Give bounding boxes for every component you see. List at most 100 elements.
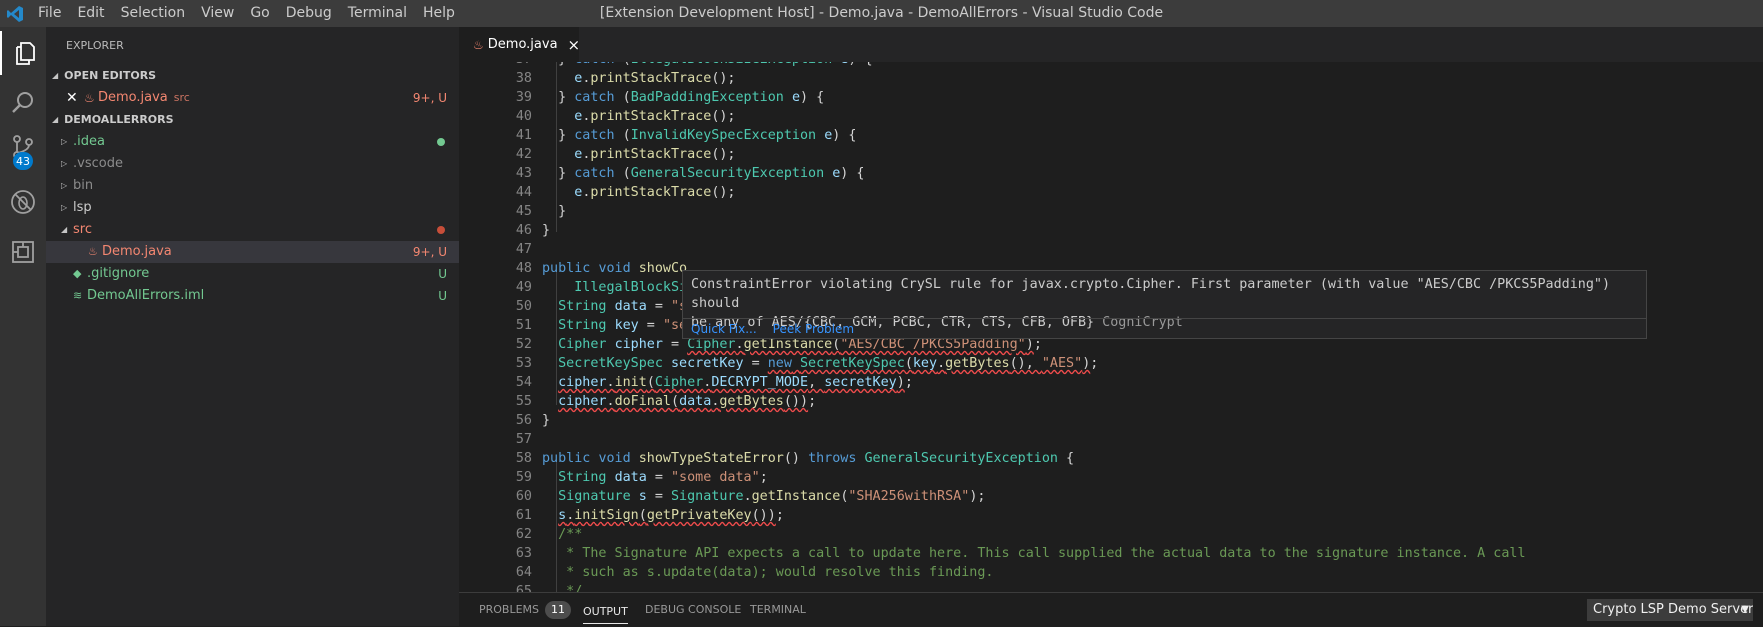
tree-item-label: lsp xyxy=(73,200,92,215)
menu-debug[interactable]: Debug xyxy=(278,0,340,27)
tree-item-status: U xyxy=(438,289,447,303)
tab-terminal[interactable]: TERMINAL xyxy=(750,593,806,627)
chevron-down-icon: ▼ xyxy=(1741,604,1749,615)
code-line: 62 /** xyxy=(515,527,583,542)
output-channel-select[interactable]: Crypto LSP Demo Server ▼ xyxy=(1587,599,1753,621)
bottom-panel: PROBLEMS 11 OUTPUT DEBUG CONSOLE TERMINAL… xyxy=(459,592,1763,627)
java-file-icon: ♨ xyxy=(473,37,484,52)
code-line: 64 * such as s.update(data); would resol… xyxy=(515,565,994,580)
open-editor-item[interactable]: ✕ ♨ Demo.java src 9+, U xyxy=(46,87,459,109)
workspace-label: DEMOALLERRORS xyxy=(64,113,174,126)
code-line: 41 } catch (InvalidKeySpecException e) { xyxy=(515,128,857,143)
output-channel-value: Crypto LSP Demo Server xyxy=(1593,602,1753,617)
vscode-logo-icon xyxy=(0,0,30,27)
open-editor-status: 9+, U xyxy=(412,91,447,105)
code-line: 38 e.printStackTrace(); xyxy=(515,71,736,86)
peek-problem-link[interactable]: Peek Problem xyxy=(773,322,854,336)
extensions-icon[interactable] xyxy=(0,230,46,274)
code-line: 59 String data = "some data"; xyxy=(515,470,768,485)
debug-icon[interactable] xyxy=(0,180,46,224)
tab-label: Demo.java xyxy=(487,37,558,52)
menu-view[interactable]: View xyxy=(193,0,242,27)
tree-item-label: DemoAllErrors.iml xyxy=(87,288,205,303)
open-editor-name: Demo.java xyxy=(98,90,168,105)
tree-item[interactable]: ▷ .vscode xyxy=(46,153,459,175)
code-line: 43 } catch (GeneralSecurityException e) … xyxy=(515,166,865,181)
code-line: 46} xyxy=(515,223,551,238)
tree-item-label: src xyxy=(73,222,92,237)
tree-item-label: Demo.java xyxy=(102,244,172,259)
chevron-right-icon: ▷ xyxy=(61,181,68,190)
title-bar: File Edit Selection View Go Debug Termin… xyxy=(0,0,1763,27)
menu-edit[interactable]: Edit xyxy=(69,0,112,27)
code-line: 45 } xyxy=(515,204,567,219)
tree-item-label: bin xyxy=(73,178,94,193)
status-dot-icon xyxy=(437,226,445,234)
code-line: 56} xyxy=(515,413,551,428)
source-control-badge: 43 xyxy=(13,152,33,170)
code-line: 40 e.printStackTrace(); xyxy=(515,109,736,124)
tree-item-status: 9+, U xyxy=(412,245,447,259)
open-editor-path: src xyxy=(173,91,190,104)
tree-item[interactable]: ♨ Demo.java 9+, U xyxy=(46,241,459,263)
open-editors-label: OPEN EDITORS xyxy=(64,69,157,82)
code-line: 60 Signature s = Signature.getInstance("… xyxy=(515,489,986,504)
close-icon[interactable]: ✕ xyxy=(66,87,82,109)
tree-item-status: U xyxy=(438,267,447,281)
tree-item-label: .gitignore xyxy=(87,266,150,281)
menu-terminal[interactable]: Terminal xyxy=(340,0,415,27)
code-line: 37 } catch (IllegalBlockSizeException e)… xyxy=(459,62,1763,69)
tree-item[interactable]: ▷ .idea xyxy=(46,131,459,153)
code-line: 44 e.printStackTrace(); xyxy=(515,185,736,200)
tree-item[interactable]: ≋ DemoAllErrors.iml U xyxy=(46,285,459,307)
tree-item[interactable]: ◆ .gitignore U xyxy=(46,263,459,285)
problem-hover-widget: ConstraintError violating CrySL rule for… xyxy=(682,270,1647,339)
tree-item-label: .idea xyxy=(73,134,105,149)
chevron-down-icon: ◢ xyxy=(52,71,59,80)
file-tree: ▷ .idea ▷ .vscode ▷ bin ▷ lsp ◢ src ♨ Demo.java 9+, … xyxy=(46,131,459,307)
status-dot-icon xyxy=(437,138,445,146)
tab-output[interactable]: OUTPUT xyxy=(583,597,628,624)
chevron-right-icon: ▷ xyxy=(61,137,68,146)
activity-bar: 43 xyxy=(0,27,46,626)
search-icon[interactable] xyxy=(0,81,46,125)
tab-demo-java[interactable]: ♨ Demo.java × xyxy=(459,27,581,62)
workspace-section[interactable]: ◢ DEMOALLERRORS xyxy=(46,109,459,131)
sidebar-title: EXPLORER xyxy=(66,39,124,52)
java-file-icon: ♨ xyxy=(88,245,98,258)
hover-message-line1: ConstraintError violating CrySL rule for… xyxy=(691,277,1611,311)
code-line: 42 e.printStackTrace(); xyxy=(515,147,736,162)
open-editors-section[interactable]: ◢ OPEN EDITORS xyxy=(46,65,459,87)
chevron-down-icon: ◢ xyxy=(52,115,59,124)
code-line: 58 public void showTypeStateError() throw… xyxy=(515,451,1075,466)
explorer-sidebar: EXPLORER ◢ OPEN EDITORS ✕ ♨ Demo.java sr… xyxy=(46,27,459,626)
code-line: 47 xyxy=(515,242,532,257)
chevron-right-icon: ▷ xyxy=(61,159,68,168)
problems-count-badge: 11 xyxy=(545,601,572,619)
tree-item[interactable]: ◢ src xyxy=(46,219,459,241)
tab-debug-console[interactable]: DEBUG CONSOLE xyxy=(645,593,741,627)
rss-file-icon: ≋ xyxy=(73,289,83,302)
code-line: 63 * The Signature API expects a call to… xyxy=(515,546,1526,561)
tab-problems-label: PROBLEMS xyxy=(479,603,540,616)
menu-file[interactable]: File xyxy=(30,0,69,27)
chevron-right-icon: ▷ xyxy=(61,203,68,212)
tree-item-label: .vscode xyxy=(73,156,123,171)
quick-fix-link[interactable]: Quick Fix... xyxy=(691,322,757,336)
tab-close-icon[interactable]: × xyxy=(568,36,581,54)
menu-help[interactable]: Help xyxy=(415,0,463,27)
tree-item[interactable]: ▷ bin xyxy=(46,175,459,197)
code-line: 53 SecretKeySpec secretKey = new SecretK… xyxy=(515,356,1099,371)
editor-tabs: ♨ Demo.java × xyxy=(459,27,1763,62)
code-line: 39 } catch (BadPaddingException e) { xyxy=(515,90,825,105)
tab-problems[interactable]: PROBLEMS 11 xyxy=(479,593,572,627)
code-line: 61 s.initSign(getPrivateKey()); xyxy=(515,508,784,523)
code-line: 55 cipher.doFinal(data.getBytes()); xyxy=(515,394,817,409)
menu-go[interactable]: Go xyxy=(242,0,277,27)
menu-selection[interactable]: Selection xyxy=(113,0,194,27)
java-file-icon: ♨ xyxy=(84,91,95,105)
explorer-icon[interactable] xyxy=(0,31,48,75)
code-line: 54 cipher.init(Cipher.DECRYPT_MODE, secr… xyxy=(515,375,913,390)
tree-item[interactable]: ▷ lsp xyxy=(46,197,459,219)
chevron-down-icon: ◢ xyxy=(61,225,68,234)
